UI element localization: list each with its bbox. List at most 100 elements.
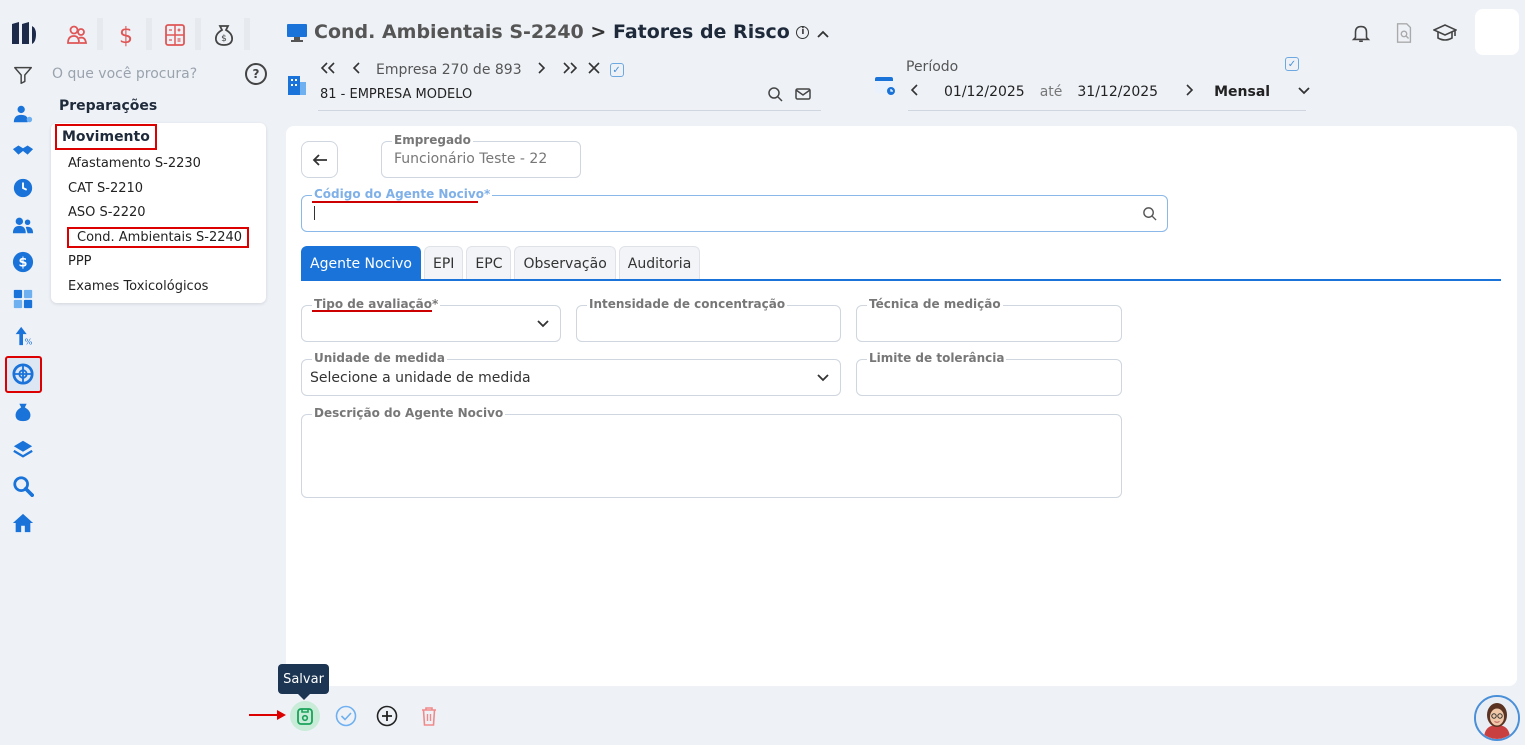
add-button[interactable] — [373, 702, 401, 730]
monitor-icon — [286, 23, 308, 47]
company-checkbox[interactable]: ✓ — [609, 63, 624, 77]
limit-field[interactable]: Limite de tolerância — [856, 351, 1122, 396]
employee-label: Empregado — [392, 133, 473, 147]
home-icon[interactable] — [11, 511, 35, 535]
last-page-icon[interactable] — [562, 62, 578, 78]
svg-text:$: $ — [19, 256, 28, 271]
description-label: Descrição do Agente Nocivo — [312, 406, 506, 420]
technique-field[interactable]: Técnica de medição — [856, 297, 1122, 342]
menu-item-cond-ambientais[interactable]: Cond. Ambientais S-2240 — [67, 227, 250, 248]
dollar-circle-icon[interactable]: $ — [11, 250, 35, 274]
calculator-icon[interactable] — [11, 287, 35, 311]
app-logo[interactable] — [10, 20, 38, 46]
module-separator — [195, 18, 201, 50]
tab-agente-nocivo[interactable]: Agente Nocivo — [301, 246, 421, 281]
annotation-underline — [312, 310, 432, 312]
next-page-icon[interactable] — [538, 62, 546, 78]
clock-icon[interactable] — [11, 176, 35, 200]
period-mode[interactable]: Mensal — [1214, 84, 1270, 100]
menu-section-title[interactable]: Preparações — [59, 98, 157, 114]
intensity-label: Intensidade de concentração — [587, 297, 788, 311]
company-position: Empresa 270 de 893 — [376, 62, 522, 78]
svg-text:$: $ — [221, 34, 227, 44]
search-icon[interactable] — [767, 86, 783, 106]
save-tooltip: Salvar — [278, 664, 329, 700]
company-name[interactable]: 81 - EMPRESA MODELO — [320, 87, 472, 102]
annotation-arrow — [249, 709, 287, 721]
delete-button[interactable] — [415, 702, 443, 730]
search-icon[interactable] — [1142, 206, 1157, 225]
employee-field[interactable]: Empregado Funcionário Teste - 22 — [381, 133, 581, 178]
prev-page-icon[interactable] — [352, 62, 360, 78]
period-checkbox[interactable]: ✓ — [1285, 57, 1299, 71]
unit-placeholder: Selecione a unidade de medida — [310, 370, 531, 386]
close-icon[interactable] — [588, 62, 600, 78]
tab-underline — [301, 279, 1501, 281]
intensity-field[interactable]: Intensidade de concentração — [576, 297, 841, 342]
menu-item-aso[interactable]: ASO S-2220 — [68, 205, 146, 220]
description-textarea[interactable]: Descrição do Agente Nocivo — [301, 406, 1122, 498]
filter-icon[interactable] — [11, 63, 35, 87]
menu-item-exames[interactable]: Exames Toxicológicos — [68, 279, 208, 294]
calendar-icon — [874, 74, 896, 100]
unit-select[interactable]: Unidade de medida Selecione a unidade de… — [301, 351, 841, 396]
text-cursor — [314, 206, 315, 220]
eval-type-label: Tipo de avaliação* — [312, 297, 441, 311]
tab-observacao[interactable]: Observação — [514, 246, 616, 281]
upload-percent-icon[interactable]: % — [11, 324, 35, 348]
chevron-down-icon[interactable] — [1297, 84, 1311, 100]
layers-icon[interactable] — [11, 437, 35, 461]
period-label: Período — [906, 59, 959, 75]
company-navigator: Empresa 270 de 893 ✓ — [320, 62, 624, 78]
money-bag-module-icon[interactable]: $ — [209, 20, 239, 50]
bell-icon[interactable] — [1348, 20, 1374, 46]
chevron-up-icon[interactable] — [816, 22, 830, 44]
period-next-icon[interactable] — [1186, 84, 1194, 100]
search-icon[interactable] — [11, 474, 35, 498]
menu-item-cat[interactable]: CAT S-2210 — [68, 181, 143, 196]
chevron-down-icon[interactable] — [816, 372, 830, 387]
menu-item-ppp[interactable]: PPP — [68, 254, 92, 269]
period-start[interactable]: 01/12/2025 — [944, 84, 1025, 100]
tab-auditoria[interactable]: Auditoria — [618, 246, 701, 281]
info-icon[interactable]: i — [796, 26, 810, 39]
period-end[interactable]: 31/12/2025 — [1077, 84, 1158, 100]
user-menu-button[interactable] — [1475, 9, 1519, 55]
menu-group-movimento[interactable]: Movimento — [55, 124, 157, 150]
agent-code-label: Código do Agente Nocivo* — [312, 187, 493, 201]
company-underline — [318, 110, 821, 111]
limit-label: Limite de tolerância — [867, 351, 1007, 365]
breadcrumb-module[interactable]: Cond. Ambientais S-2240 — [314, 21, 584, 43]
back-button[interactable] — [301, 141, 338, 178]
svg-text:$: $ — [119, 24, 133, 47]
icon-rail: $ % — [0, 0, 46, 745]
graduation-cap-icon[interactable] — [1432, 20, 1458, 46]
tab-epc[interactable]: EPC — [466, 246, 512, 281]
calculator-module-icon[interactable] — [160, 20, 190, 50]
first-page-icon[interactable] — [320, 62, 336, 78]
confirm-button[interactable] — [332, 702, 360, 730]
period-connector: até — [1039, 84, 1063, 100]
mail-icon[interactable] — [795, 86, 811, 106]
document-search-icon[interactable] — [1391, 20, 1417, 46]
period-selector: 01/12/2025 até 31/12/2025 Mensal — [910, 84, 1311, 100]
dollar-module-icon[interactable]: $ — [111, 20, 141, 50]
module-separator — [97, 18, 103, 50]
chevron-down-icon[interactable] — [536, 318, 550, 333]
money-bag-icon[interactable] — [11, 400, 35, 424]
module-separator — [146, 18, 152, 50]
assistant-avatar[interactable] — [1474, 695, 1520, 741]
period-prev-icon[interactable] — [910, 84, 918, 100]
tab-bar: Agente Nocivo EPI EPC Observação Auditor… — [301, 246, 701, 281]
search-input[interactable]: O que você procura? — [52, 66, 197, 82]
tab-epi[interactable]: EPI — [423, 246, 464, 281]
building-icon — [287, 74, 307, 100]
people-module-icon[interactable] — [62, 20, 92, 50]
user-settings-icon[interactable] — [11, 102, 35, 126]
users-icon[interactable] — [11, 213, 35, 237]
menu-item-afastamento[interactable]: Afastamento S-2230 — [68, 156, 201, 171]
save-button[interactable] — [290, 701, 320, 731]
help-icon[interactable]: ? — [245, 63, 267, 85]
handshake-icon[interactable] — [11, 139, 35, 163]
safety-wheel-icon[interactable] — [11, 362, 35, 386]
